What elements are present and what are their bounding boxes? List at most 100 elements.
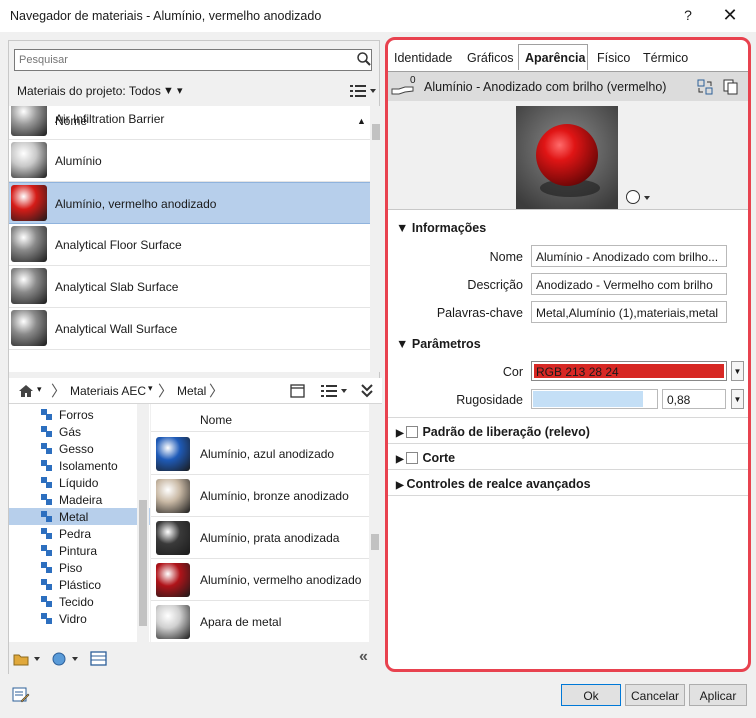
tree-item[interactable]: Madeira bbox=[9, 491, 150, 508]
info-section-header[interactable]: ▼ Informações bbox=[396, 221, 486, 235]
collapse-chevrons-icon[interactable] bbox=[359, 382, 375, 400]
panel-toggle-icon[interactable] bbox=[290, 383, 306, 399]
search-input[interactable] bbox=[14, 49, 372, 71]
tree-item[interactable]: Gás bbox=[9, 423, 150, 440]
relief-checkbox[interactable] bbox=[406, 426, 419, 438]
breadcrumb-separator-icon: 〉 bbox=[51, 383, 67, 400]
project-list-scroll-thumb[interactable] bbox=[372, 124, 380, 140]
preview-scene-icon[interactable] bbox=[625, 189, 653, 205]
library-column-header-name[interactable]: Nome bbox=[200, 413, 232, 427]
filter-icon[interactable]: ▼ ▾ bbox=[163, 84, 182, 97]
project-material-row[interactable]: Analytical Slab Surface bbox=[9, 266, 370, 308]
cut-checkbox[interactable] bbox=[406, 452, 419, 464]
material-thumbnail-icon bbox=[156, 479, 190, 513]
tree-scroll-thumb[interactable] bbox=[139, 500, 147, 626]
description-field[interactable]: Anodizado - Vermelho com brilho bbox=[531, 273, 727, 295]
divider bbox=[388, 443, 748, 444]
breadcrumb-dropdown-icon[interactable]: ▾ bbox=[148, 383, 153, 394]
library-list-view-icon[interactable] bbox=[320, 383, 348, 399]
breadcrumb-item[interactable]: Materiais AEC bbox=[70, 384, 146, 398]
cut-section-header[interactable]: ▶ Corte bbox=[396, 451, 455, 465]
cancel-button[interactable]: Cancelar bbox=[625, 684, 685, 706]
material-name: Analytical Slab Surface bbox=[55, 280, 179, 294]
ok-button[interactable]: Ok bbox=[561, 684, 621, 706]
roughness-slider[interactable] bbox=[531, 389, 658, 409]
library-material-row[interactable]: Apara de metal bbox=[151, 601, 370, 642]
relief-section-header[interactable]: ▶ Padrão de liberação (relevo) bbox=[396, 425, 590, 439]
library-material-row[interactable]: Alumínio, prata anodizada bbox=[151, 517, 370, 559]
material-thumbnail-icon bbox=[11, 106, 47, 136]
divider bbox=[388, 469, 748, 470]
material-thumbnail-icon bbox=[11, 142, 47, 178]
project-material-row[interactable]: Analytical Wall Surface bbox=[9, 308, 370, 350]
tree-item-label: Pedra bbox=[59, 527, 92, 541]
roughness-dropdown-icon[interactable]: ▼ bbox=[731, 389, 744, 409]
tab-identidade[interactable]: Identidade bbox=[394, 44, 452, 70]
create-material-icon[interactable] bbox=[13, 651, 41, 667]
library-list-scroll-thumb[interactable] bbox=[371, 534, 379, 550]
expanded-triangle-icon: ▼ bbox=[396, 221, 412, 235]
material-name: Analytical Wall Surface bbox=[55, 322, 178, 336]
edit-properties-icon[interactable] bbox=[12, 686, 30, 704]
tab-aparencia[interactable]: Aparência bbox=[518, 44, 588, 70]
home-icon[interactable] bbox=[17, 383, 35, 399]
project-list-scrollbar[interactable] bbox=[370, 106, 382, 372]
collapse-left-icon[interactable]: « bbox=[359, 648, 368, 666]
library-list-scrollbar[interactable] bbox=[369, 404, 381, 642]
category-icon bbox=[41, 494, 53, 505]
color-label: Cor bbox=[502, 365, 523, 379]
library-globe-icon[interactable] bbox=[51, 651, 79, 667]
duplicate-asset-icon[interactable] bbox=[723, 79, 739, 95]
column-header-name[interactable]: Nome bbox=[55, 114, 87, 128]
tree-item[interactable]: Plástico bbox=[9, 576, 150, 593]
tab-graficos[interactable]: Gráficos bbox=[467, 44, 514, 70]
tree-item[interactable]: Pedra bbox=[9, 525, 150, 542]
tree-item[interactable]: Isolamento bbox=[9, 457, 150, 474]
project-material-row[interactable]: Alumínio, vermelho anodizado bbox=[9, 182, 370, 224]
material-name: Alumínio bbox=[55, 154, 102, 168]
params-section-header[interactable]: ▼ Parâmetros bbox=[396, 337, 481, 351]
library-material-row[interactable]: Alumínio, vermelho anodizado bbox=[151, 559, 370, 601]
asset-browser-icon[interactable] bbox=[90, 651, 108, 667]
tab-fisico[interactable]: Físico bbox=[597, 44, 630, 70]
material-preview-sphere bbox=[516, 106, 618, 209]
project-materials-filter[interactable]: Materiais do projeto: Todos bbox=[17, 84, 161, 98]
apply-button[interactable]: Aplicar bbox=[689, 684, 747, 706]
breadcrumb-item[interactable]: Metal bbox=[177, 384, 206, 398]
tree-item-label: Gesso bbox=[59, 442, 94, 456]
tree-item[interactable]: Líquido bbox=[9, 474, 150, 491]
library-list-header-row bbox=[151, 404, 370, 432]
category-icon bbox=[41, 460, 53, 471]
tree-item[interactable]: Vidro bbox=[9, 610, 150, 627]
tree-item[interactable]: Pintura bbox=[9, 542, 150, 559]
replace-asset-icon[interactable] bbox=[697, 79, 713, 95]
breadcrumb-separator-icon: 〉 bbox=[209, 383, 225, 400]
tree-item[interactable]: Gesso bbox=[9, 440, 150, 457]
name-field[interactable]: Alumínio - Anodizado com brilho... bbox=[531, 245, 727, 267]
project-material-row[interactable]: Analytical Floor Surface bbox=[9, 224, 370, 266]
color-dropdown-icon[interactable]: ▼ bbox=[731, 361, 744, 381]
asset-usage-count: 0 bbox=[410, 75, 416, 86]
advanced-section-header[interactable]: ▶ Controles de realce avançados bbox=[396, 477, 591, 491]
color-field[interactable]: RGB 213 28 24 bbox=[531, 361, 727, 381]
help-button[interactable]: ? bbox=[678, 7, 698, 25]
home-dropdown-icon[interactable]: ▾ bbox=[37, 381, 42, 395]
tree-item[interactable]: Forros bbox=[9, 406, 150, 423]
library-material-row[interactable]: Alumínio, bronze anodizado bbox=[151, 475, 370, 517]
tree-item[interactable]: Metal bbox=[9, 508, 150, 525]
list-view-icon[interactable] bbox=[349, 83, 377, 99]
divider bbox=[388, 417, 748, 418]
sort-ascending-icon[interactable]: ▲ bbox=[357, 116, 366, 126]
keywords-field[interactable]: Metal,Alumínio (1),materiais,metal bbox=[531, 301, 727, 323]
project-material-row[interactable]: Alumínio bbox=[9, 140, 370, 182]
roughness-value-field[interactable]: 0,88 bbox=[662, 389, 726, 409]
category-icon bbox=[41, 596, 53, 607]
tree-item[interactable]: Tecido bbox=[9, 593, 150, 610]
tab-termico[interactable]: Térmico bbox=[643, 44, 688, 70]
tree-item[interactable]: Piso bbox=[9, 559, 150, 576]
close-button[interactable]: ✕ bbox=[718, 5, 742, 27]
roughness-label: Rugosidade bbox=[456, 393, 523, 407]
category-icon bbox=[41, 511, 53, 522]
search-icon[interactable] bbox=[356, 51, 372, 67]
library-material-row[interactable]: Alumínio, azul anodizado bbox=[151, 433, 370, 475]
